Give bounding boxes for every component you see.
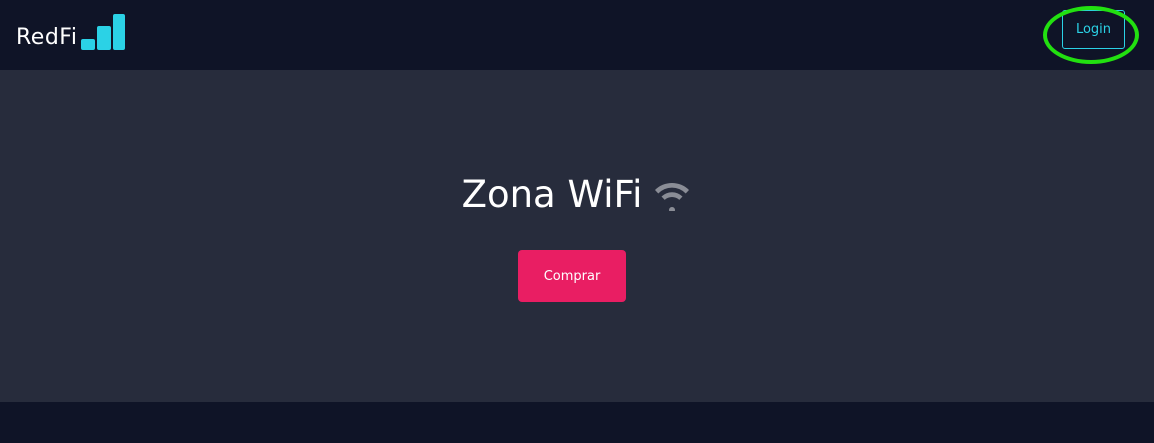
top-navbar: RedFi Login (0, 0, 1154, 70)
hero-section: Zona WiFi Comprar (0, 70, 1154, 402)
footer (0, 402, 1154, 443)
redfi-logo[interactable]: RedFi (16, 10, 126, 50)
logo-text: RedFi (16, 25, 78, 50)
login-button[interactable]: Login (1062, 10, 1125, 49)
signal-bars-icon (79, 14, 126, 50)
wifi-icon (655, 182, 690, 211)
signal-bar-1 (81, 39, 96, 50)
buy-button[interactable]: Comprar (518, 250, 626, 302)
signal-bar-2 (97, 26, 112, 50)
signal-bar-3 (113, 14, 126, 50)
hero-title: Zona WiFi (461, 173, 643, 216)
hero-title-row: Zona WiFi (0, 173, 1154, 216)
